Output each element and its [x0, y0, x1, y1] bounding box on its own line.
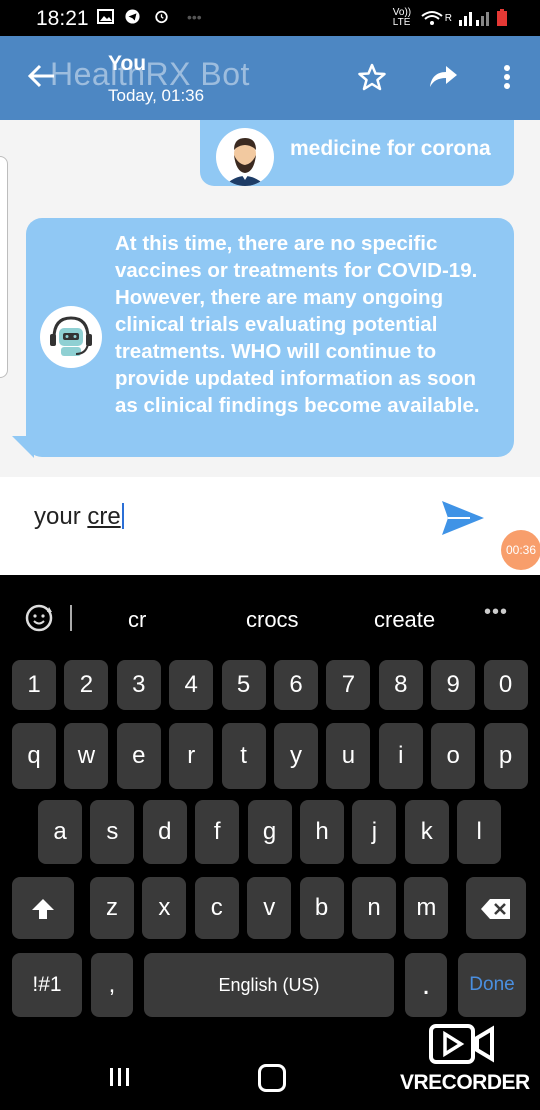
key-i[interactable]: i	[378, 723, 423, 789]
key-7[interactable]: 7	[326, 660, 371, 710]
key-q[interactable]: q	[12, 723, 56, 789]
key-p[interactable]: p	[483, 723, 528, 789]
key-v[interactable]: v	[247, 877, 292, 939]
signal-icon	[459, 12, 489, 26]
key-5[interactable]: 5	[221, 660, 266, 710]
status-bar: 18:21 ••• Vo)) LTE R	[0, 0, 540, 36]
key-u[interactable]: u	[326, 723, 371, 789]
volte-label: Vo)) LTE	[392, 7, 412, 28]
key-6[interactable]: 6	[274, 660, 318, 710]
key-j[interactable]: j	[352, 800, 397, 864]
period-key[interactable]: .	[405, 953, 447, 1017]
bot-message-bubble[interactable]: At this time, there are no specific vacc…	[26, 218, 514, 457]
side-panel-edge	[0, 156, 8, 378]
key-8[interactable]: 8	[378, 660, 423, 710]
suggestion-separator	[70, 605, 72, 631]
key-l[interactable]: l	[457, 800, 502, 864]
backspace-key[interactable]	[466, 877, 526, 939]
video-camera-icon	[429, 1024, 494, 1064]
key-b[interactable]: b	[299, 877, 344, 939]
suggestion-2[interactable]: crocs	[246, 607, 299, 633]
suggestion-3[interactable]: create	[374, 607, 435, 633]
key-n[interactable]: n	[352, 877, 396, 939]
key-1[interactable]: 1	[12, 660, 56, 710]
back-arrow-icon[interactable]	[26, 61, 56, 91]
recording-timer-bubble[interactable]: 00:36	[501, 530, 540, 570]
user-message-text: medicine for corona	[290, 137, 491, 160]
more-vert-icon[interactable]	[492, 62, 522, 92]
send-icon[interactable]	[440, 499, 486, 537]
user-avatar	[216, 128, 274, 186]
bot-avatar-icon	[50, 316, 92, 356]
shift-icon	[32, 898, 54, 919]
app-bar: HealthRX Bot You Today, 01:36	[0, 36, 540, 120]
shift-key[interactable]	[12, 877, 74, 939]
key-h[interactable]: h	[300, 800, 344, 864]
key-4[interactable]: 4	[169, 660, 214, 710]
backspace-icon	[481, 898, 510, 919]
roaming-label: R	[444, 12, 452, 24]
message-input[interactable]: your cre	[34, 503, 124, 531]
key-3[interactable]: 3	[116, 660, 161, 710]
recorder-watermark: VRECORDER	[400, 1023, 530, 1098]
symbols-key[interactable]: !#1	[12, 953, 82, 1017]
gallery-icon	[97, 9, 114, 24]
key-a[interactable]: a	[38, 800, 82, 864]
chat-area[interactable]: medicine for corona At this time, there …	[0, 120, 540, 477]
comma-key[interactable]: ,	[91, 953, 133, 1017]
key-m[interactable]: m	[404, 877, 449, 939]
input-composing-text: cre	[87, 503, 121, 530]
key-r[interactable]: r	[169, 723, 214, 789]
more-notifications-icon: •••	[187, 9, 202, 25]
suggestion-strip: cr crocs create •••	[0, 575, 540, 663]
battery-icon	[497, 9, 507, 26]
home-icon[interactable]	[258, 1064, 286, 1092]
bot-message-text: At this time, there are no specific vacc…	[115, 232, 480, 417]
wifi-icon	[421, 11, 443, 25]
key-x[interactable]: x	[142, 877, 187, 939]
message-composer: your cre	[0, 477, 540, 575]
key-o[interactable]: o	[431, 723, 476, 789]
key-d[interactable]: d	[142, 800, 187, 864]
star-icon[interactable]	[357, 62, 387, 92]
text-cursor	[121, 503, 124, 529]
status-time: 18:21	[36, 7, 89, 30]
done-key[interactable]: Done	[458, 953, 526, 1017]
key-e[interactable]: e	[116, 723, 161, 789]
key-9[interactable]: 9	[431, 660, 476, 710]
bot-avatar	[40, 306, 102, 368]
alarm-icon	[155, 10, 168, 24]
status-right: Vo)) LTE R	[393, 8, 508, 28]
key-0[interactable]: 0	[483, 660, 528, 710]
recorder-label: VRECORDER	[400, 1071, 530, 1094]
suggestion-1[interactable]: cr	[128, 607, 146, 633]
share-icon[interactable]	[428, 62, 458, 92]
space-key[interactable]: English (US)	[144, 953, 394, 1017]
chat-subtitle: Today, 01:36	[108, 86, 205, 105]
key-k[interactable]: k	[404, 800, 449, 864]
user-avatar-icon	[224, 138, 266, 186]
recents-icon[interactable]	[108, 1066, 132, 1088]
key-2[interactable]: 2	[64, 660, 109, 710]
key-g[interactable]: g	[247, 800, 292, 864]
more-suggestions-button[interactable]: •••	[484, 601, 508, 624]
emoji-refresh-icon[interactable]	[22, 601, 56, 635]
user-message-bubble[interactable]: medicine for corona	[200, 120, 514, 186]
input-text: your	[34, 503, 88, 530]
key-c[interactable]: c	[194, 877, 239, 939]
key-f[interactable]: f	[195, 800, 240, 864]
chat-title: You	[108, 52, 147, 75]
key-s[interactable]: s	[90, 800, 135, 864]
telegram-icon	[125, 9, 140, 24]
key-z[interactable]: z	[90, 877, 134, 939]
key-t[interactable]: t	[221, 723, 266, 789]
key-w[interactable]: w	[64, 723, 109, 789]
key-y[interactable]: y	[274, 723, 318, 789]
